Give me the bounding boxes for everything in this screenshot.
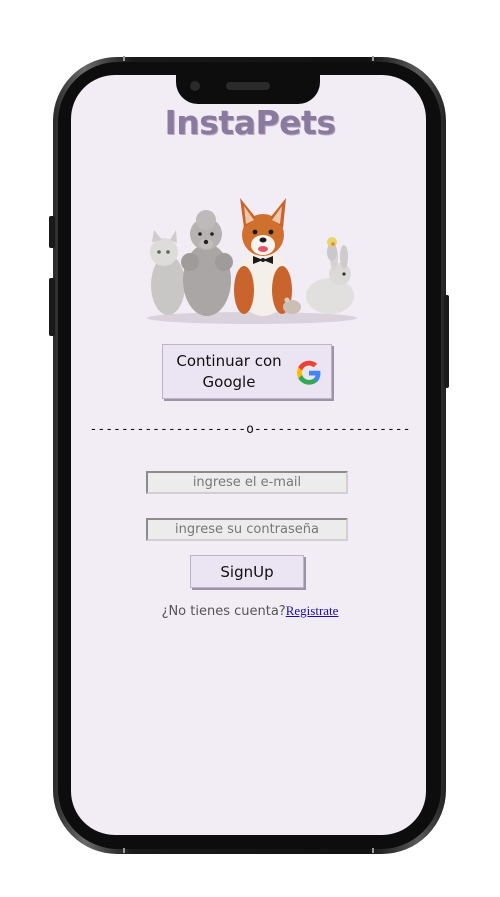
phone-screen — [71, 75, 426, 835]
front-camera — [190, 81, 200, 91]
frame-edge-mark — [123, 848, 125, 853]
signup-button[interactable]: SignUp — [190, 555, 304, 588]
password-field[interactable] — [146, 518, 348, 541]
register-prompt: ¿No tienes cuenta? — [161, 604, 286, 619]
side-button-power — [444, 295, 449, 388]
poodle-figure — [181, 210, 233, 316]
pets-group-image — [147, 198, 357, 324]
app-logo: InstaPets — [164, 103, 336, 142]
frame-edge-mark — [372, 56, 374, 61]
frame-edge-mark — [372, 848, 374, 853]
side-button-volume-up — [49, 216, 55, 248]
bird-figure — [327, 237, 337, 261]
side-button-volume-down — [49, 278, 55, 336]
cat-figure — [150, 230, 185, 315]
frame-edge-mark — [123, 56, 125, 61]
register-prompt-line: ¿No tienes cuenta?Registrate — [0, 603, 500, 619]
earpiece-speaker — [226, 82, 270, 90]
email-field[interactable] — [146, 471, 348, 494]
hamster-figure — [283, 297, 301, 314]
corgi-figure — [234, 198, 292, 316]
google-signin-button[interactable]: Continuar con Google — [162, 344, 332, 399]
google-icon — [296, 360, 321, 385]
or-divider: --------------------o-------------------… — [89, 422, 411, 437]
register-link[interactable]: Registrate — [286, 603, 339, 618]
google-signin-label: Continuar con Google — [176, 351, 282, 391]
